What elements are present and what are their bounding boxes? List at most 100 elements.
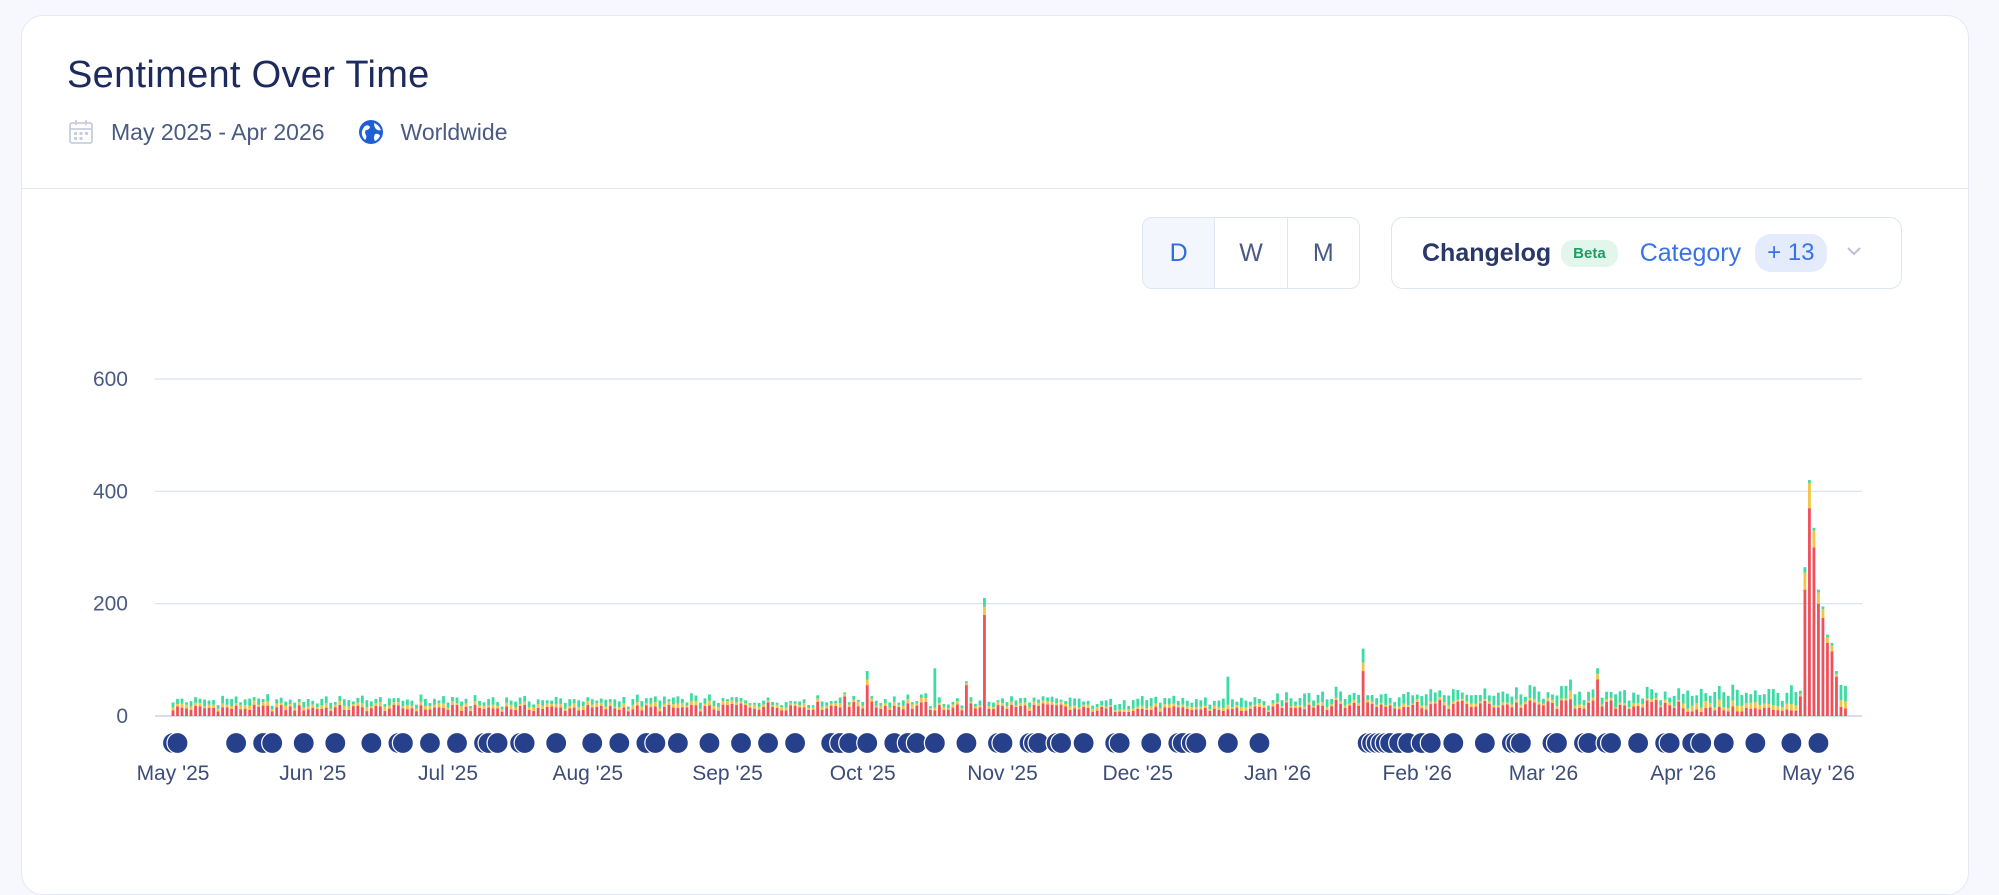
bar-segment-neutral[interactable]	[1303, 706, 1306, 710]
bar-segment-neutral[interactable]	[239, 704, 243, 710]
bar-segment-negative[interactable]	[730, 703, 734, 716]
bar-segment-negative[interactable]	[469, 711, 472, 716]
bar-segment-neutral[interactable]	[171, 707, 175, 711]
bar-segment-positive[interactable]	[203, 699, 206, 707]
bar-segment-positive[interactable]	[1100, 700, 1104, 706]
bar-segment-positive[interactable]	[1037, 699, 1040, 703]
bar-segment-neutral[interactable]	[383, 706, 387, 712]
changelog-marker[interactable]	[698, 731, 721, 755]
bar-segment-neutral[interactable]	[1379, 702, 1383, 705]
bar-segment-neutral[interactable]	[1149, 706, 1153, 710]
bar-segment-neutral[interactable]	[843, 694, 847, 697]
bar-segment-negative[interactable]	[198, 706, 202, 716]
bar-segment-neutral[interactable]	[234, 703, 238, 706]
bar-segment-neutral[interactable]	[446, 707, 450, 710]
bar-segment-neutral[interactable]	[1645, 698, 1649, 701]
bar-segment-neutral[interactable]	[744, 703, 747, 706]
bar-segment-negative[interactable]	[735, 704, 738, 716]
bar-segment-negative[interactable]	[1483, 700, 1487, 716]
bar-segment-negative[interactable]	[1082, 706, 1086, 716]
bar-segment-positive[interactable]	[1596, 668, 1599, 674]
bar-segment-positive[interactable]	[207, 700, 211, 705]
bar-segment-positive[interactable]	[807, 704, 811, 708]
bar-segment-neutral[interactable]	[351, 704, 355, 707]
bar-segment-neutral[interactable]	[1411, 703, 1415, 705]
bar-segment-positive[interactable]	[910, 702, 914, 705]
bar-segment-neutral[interactable]	[1542, 703, 1545, 706]
bar-segment-negative[interactable]	[1641, 707, 1645, 716]
bar-segment-positive[interactable]	[1496, 692, 1500, 706]
bar-segment-neutral[interactable]	[324, 703, 328, 708]
bar-segment-positive[interactable]	[1019, 698, 1022, 703]
bar-segment-negative[interactable]	[1253, 706, 1257, 716]
bar-segment-negative[interactable]	[1699, 711, 1703, 716]
bar-segment-positive[interactable]	[1307, 693, 1311, 703]
bar-segment-negative[interactable]	[1235, 707, 1239, 716]
bar-segment-neutral[interactable]	[1235, 704, 1239, 708]
bar-segment-positive[interactable]	[1059, 699, 1063, 702]
bar-segment-neutral[interactable]	[563, 708, 567, 711]
bar-segment-positive[interactable]	[626, 706, 630, 710]
bar-segment-neutral[interactable]	[1726, 707, 1730, 712]
bar-segment-negative[interactable]	[1776, 710, 1780, 716]
bar-segment-negative[interactable]	[1438, 699, 1442, 716]
bar-segment-neutral[interactable]	[933, 707, 937, 711]
bar-segment-neutral[interactable]	[1496, 705, 1500, 708]
bar-segment-negative[interactable]	[1785, 709, 1789, 716]
bar-segment-negative[interactable]	[1501, 705, 1505, 716]
bar-segment-negative[interactable]	[297, 705, 301, 716]
bar-segment-negative[interactable]	[1808, 508, 1811, 716]
bar-segment-neutral[interactable]	[297, 701, 301, 706]
bar-segment-negative[interactable]	[1415, 701, 1419, 716]
bar-segment-negative[interactable]	[252, 704, 256, 716]
bar-segment-negative[interactable]	[410, 708, 414, 716]
bar-segment-neutral[interactable]	[1591, 697, 1595, 701]
bar-segment-neutral[interactable]	[487, 705, 490, 708]
bar-segment-negative[interactable]	[983, 614, 986, 716]
bar-segment-neutral[interactable]	[1415, 699, 1419, 702]
bar-segment-positive[interactable]	[248, 698, 252, 706]
bar-segment-positive[interactable]	[1014, 700, 1018, 706]
bar-segment-positive[interactable]	[874, 700, 878, 706]
bar-segment-neutral[interactable]	[699, 708, 702, 712]
bar-segment-positive[interactable]	[279, 697, 283, 703]
bar-segment-negative[interactable]	[1515, 702, 1518, 716]
bar-segment-negative[interactable]	[1451, 704, 1455, 716]
bar-segment-neutral[interactable]	[455, 703, 459, 705]
changelog-marker[interactable]	[729, 731, 753, 755]
bar-segment-positive[interactable]	[829, 701, 833, 704]
bar-segment-positive[interactable]	[992, 702, 995, 708]
changelog-marker[interactable]	[261, 731, 284, 755]
bar-segment-neutral[interactable]	[491, 704, 495, 709]
bar-segment-negative[interactable]	[532, 711, 536, 716]
bar-segment-neutral[interactable]	[1456, 699, 1460, 702]
bar-segment-positive[interactable]	[410, 700, 414, 706]
bar-segment-negative[interactable]	[1370, 703, 1374, 716]
bar-segment-neutral[interactable]	[1578, 704, 1581, 708]
bar-segment-negative[interactable]	[987, 708, 991, 716]
bar-segment-neutral[interactable]	[712, 706, 716, 710]
bar-segment-neutral[interactable]	[230, 705, 233, 709]
bar-segment-neutral[interactable]	[1185, 706, 1189, 709]
bar-segment-neutral[interactable]	[762, 704, 765, 707]
bar-segment-positive[interactable]	[1717, 685, 1721, 700]
bar-segment-negative[interactable]	[1713, 710, 1717, 716]
bar-segment-positive[interactable]	[739, 697, 743, 702]
bar-segment-negative[interactable]	[1578, 707, 1581, 716]
bar-segment-positive[interactable]	[1659, 700, 1663, 706]
bar-segment-negative[interactable]	[951, 707, 955, 716]
bar-segment-negative[interactable]	[676, 707, 680, 716]
bar-segment-negative[interactable]	[248, 709, 252, 716]
bar-segment-negative[interactable]	[694, 705, 698, 716]
bar-segment-neutral[interactable]	[311, 704, 315, 708]
bar-segment-negative[interactable]	[491, 708, 495, 716]
bar-segment-neutral[interactable]	[1321, 702, 1324, 706]
bar-segment-positive[interactable]	[266, 694, 270, 702]
bar-segment-positive[interactable]	[1258, 698, 1261, 704]
bar-segment-neutral[interactable]	[1790, 704, 1793, 711]
bar-segment-neutral[interactable]	[505, 702, 508, 707]
bar-segment-negative[interactable]	[541, 708, 545, 716]
bar-segment-neutral[interactable]	[1826, 637, 1829, 643]
bar-segment-negative[interactable]	[203, 708, 206, 716]
bar-segment-negative[interactable]	[482, 708, 486, 716]
